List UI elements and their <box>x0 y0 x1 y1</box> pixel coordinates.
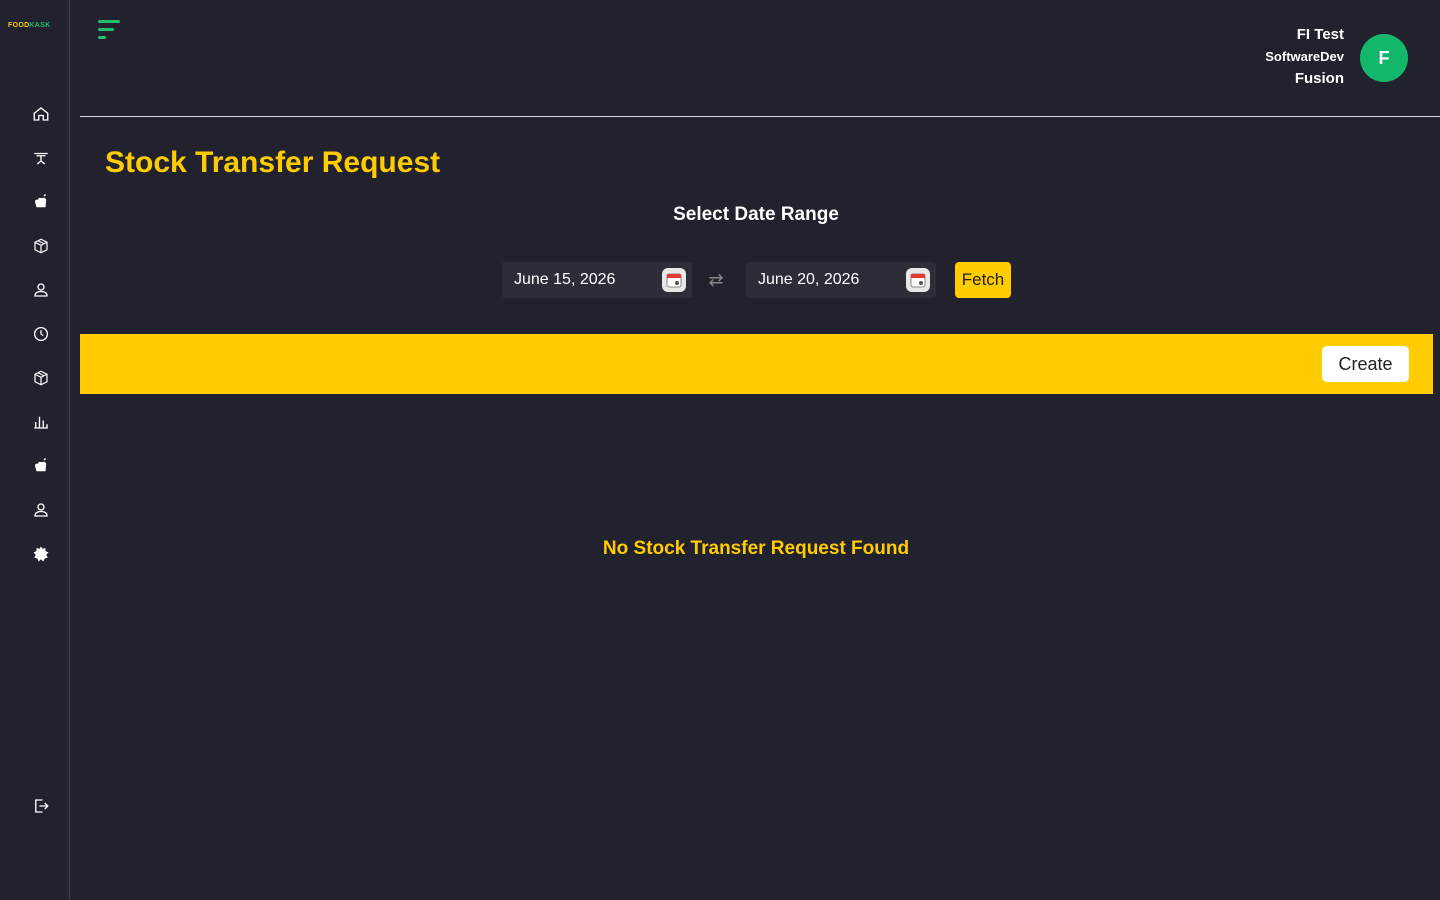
user-company: Fusion <box>1294 70 1344 87</box>
sidebar-item-customers[interactable] <box>29 278 53 302</box>
create-button[interactable]: Create <box>1322 346 1409 382</box>
empty-state-message: No Stock Transfer Request Found <box>602 538 910 559</box>
user-department: SoftwareDev <box>1265 49 1344 64</box>
sidebar-item-tables[interactable] <box>29 146 53 170</box>
chef-hat-filled-icon <box>35 457 47 472</box>
app-logo[interactable]: FOODKASK <box>8 22 60 32</box>
sidebar-item-reports[interactable] <box>29 410 53 434</box>
clock-icon <box>33 326 49 342</box>
calendar-icon <box>910 273 926 288</box>
start-date-input[interactable]: June 15, 2026 <box>502 262 692 298</box>
user-info: FI Test SoftwareDev Fusion <box>1265 24 1344 90</box>
end-date-input[interactable]: June 20, 2026 <box>746 262 936 298</box>
logout-icon <box>35 799 49 813</box>
box-icon <box>34 238 48 254</box>
top-bar: FI Test SoftwareDev Fusion F <box>70 0 1440 117</box>
header-divider <box>80 116 1440 117</box>
sidebar-item-profile[interactable] <box>29 498 53 522</box>
user-icon <box>34 283 48 297</box>
home-icon <box>33 107 49 121</box>
package-icon <box>34 370 48 386</box>
action-bar: Create <box>80 334 1433 394</box>
logout-button[interactable] <box>29 794 53 818</box>
date-range-heading: Select Date Range <box>673 204 839 225</box>
start-date-picker-button[interactable] <box>662 268 686 292</box>
bar-chart-icon <box>34 416 48 429</box>
start-date-value: June 15, 2026 <box>514 271 616 288</box>
sidebar-item-stock[interactable] <box>29 366 53 390</box>
sidebar-item-home[interactable] <box>29 102 53 126</box>
user-name: FI Test <box>1296 26 1344 43</box>
sidebar-item-history[interactable] <box>29 322 53 346</box>
sidebar-item-menu[interactable] <box>29 454 53 478</box>
calendar-icon <box>666 273 682 288</box>
logo-text-part1: FOOD <box>8 22 30 29</box>
page-title: Stock Transfer Request <box>105 146 441 179</box>
menu-toggle-button[interactable] <box>98 20 124 42</box>
sidebar: FOODKASK <box>0 0 70 900</box>
swap-arrows-icon: ⇄ <box>708 270 724 290</box>
user-profile-icon <box>34 503 48 517</box>
avatar[interactable]: F <box>1360 34 1408 82</box>
end-date-picker-button[interactable] <box>906 268 930 292</box>
fetch-button[interactable]: Fetch <box>955 262 1011 298</box>
end-date-value: June 20, 2026 <box>758 271 860 288</box>
logo-text-part2: KASK <box>29 22 51 29</box>
dining-table-icon <box>34 152 48 165</box>
sidebar-item-inventory[interactable] <box>29 234 53 258</box>
